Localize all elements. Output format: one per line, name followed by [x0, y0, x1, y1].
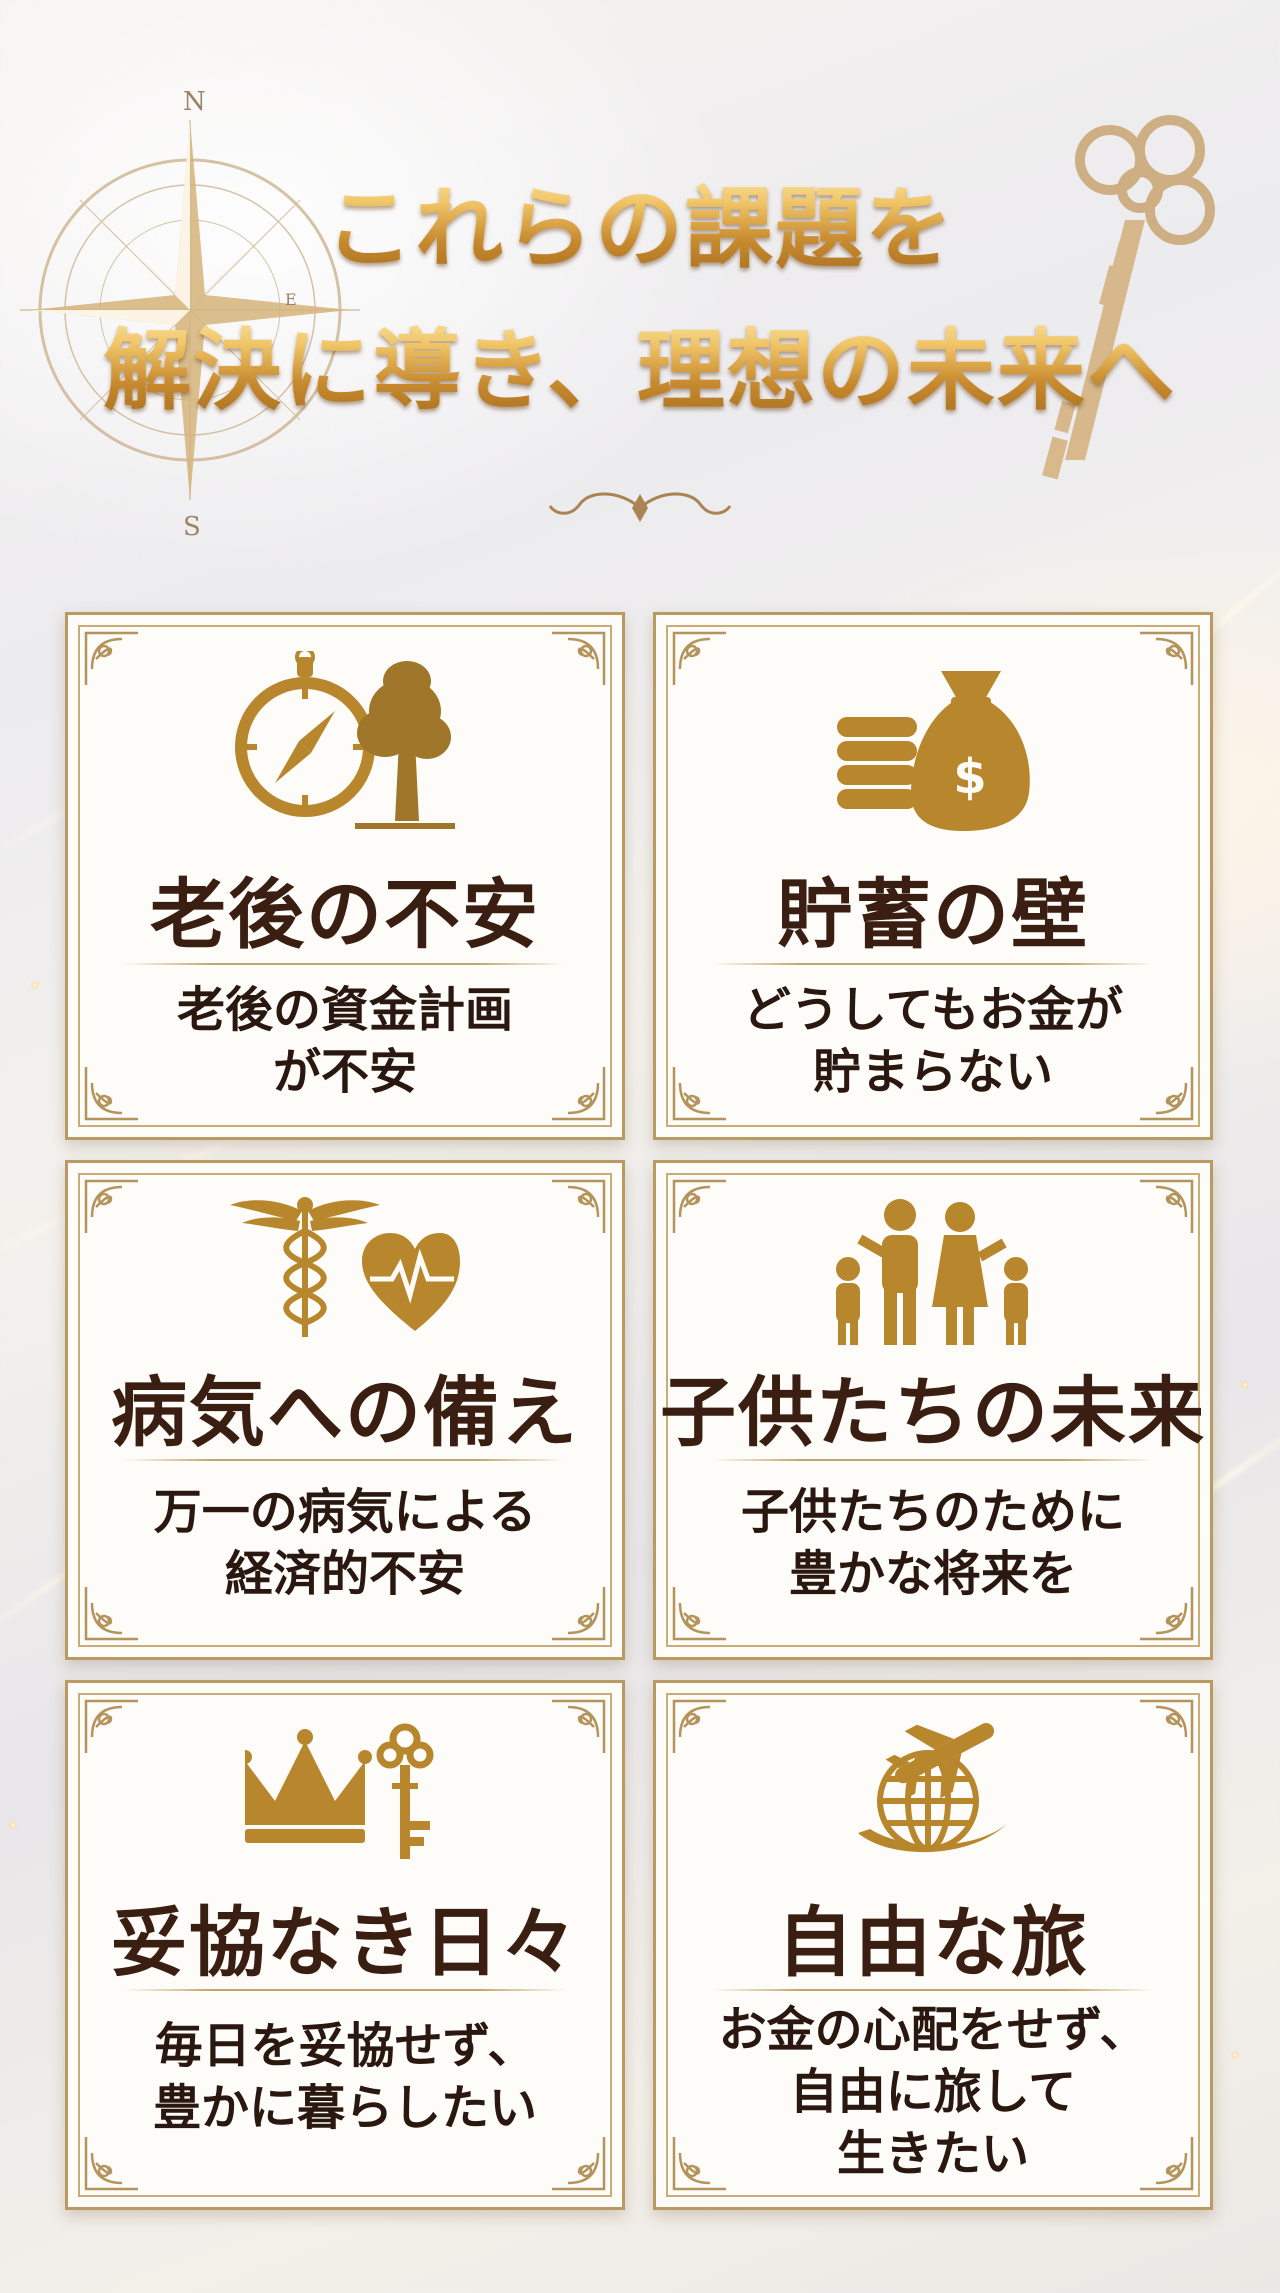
card-description: どうしてもお金が 貯まらない [742, 982, 1124, 1100]
corner-ornament [548, 2133, 608, 2193]
corner-ornament [548, 629, 608, 689]
card-divider [124, 1459, 566, 1461]
svg-text:$: $ [953, 749, 986, 805]
card-illness-preparation: 病気への備え 万一の病気による 経済的不安 [65, 1160, 625, 1660]
card-title: 妥協なき日々 [111, 1898, 579, 1987]
card-divider [712, 1459, 1154, 1461]
svg-text:N: N [183, 87, 206, 117]
card-title: 貯蓄の壁 [777, 870, 1089, 959]
money-bag-coins-icon: $ [837, 671, 1030, 831]
card-uncompromising-days: 妥協なき日々 毎日を妥協せず、 豊かに暮らしたい [65, 1680, 625, 2210]
corner-ornament [548, 1177, 608, 1237]
corner-ornament [670, 1697, 730, 1757]
card-description: 万一の病気による 経済的不安 [153, 1484, 537, 1602]
card-retirement-anxiety: 老後の不安 老後の資金計画 が不安 [65, 612, 625, 1140]
page-title-line-2: 解決に導き、理想の未来へ [0, 300, 1280, 427]
header: N S E これらの課題を 解決に導き、理想の未来へ [0, 0, 1280, 560]
corner-ornament [670, 1177, 730, 1237]
card-description: 子供たちのために 豊かな将来を [740, 1484, 1125, 1602]
card-description: 老後の資金計画 が不安 [176, 982, 513, 1100]
card-title: 老後の不安 [150, 870, 540, 959]
card-childrens-future: 子供たちの未来 子供たちのために 豊かな将来を [653, 1160, 1213, 1660]
card-divider [712, 1989, 1154, 1991]
card-savings-wall: $ 貯蓄の壁 どうしてもお金が 貯まらない [653, 612, 1213, 1140]
corner-ornament [82, 629, 142, 689]
card-description: お金の心配をせず、 自由に旅して 生きたい [718, 2002, 1148, 2182]
corner-ornament [1136, 1697, 1196, 1757]
card-divider [124, 1989, 566, 1991]
card-free-travel: 自由な旅 お金の心配をせず、 自由に旅して 生きたい [653, 1680, 1213, 2210]
caduceus-heart-icon [230, 1197, 460, 1337]
family-icon [836, 1199, 1028, 1345]
corner-ornament [82, 2133, 142, 2193]
card-divider [712, 963, 1154, 965]
sparkle [1240, 1380, 1250, 1390]
corner-ornament [1136, 1177, 1196, 1237]
ornamental-divider [220, 492, 1060, 522]
globe-airplane-icon [858, 1723, 1008, 1853]
corner-ornament [548, 1697, 608, 1757]
card-description: 毎日を妥協せず、 豊かに暮らしたい [152, 2018, 537, 2136]
sparkle [8, 1820, 18, 1830]
card-title: 病気への備え [111, 1368, 579, 1457]
compass-tree-icon [235, 651, 455, 829]
corner-ornament [82, 1177, 142, 1237]
page-title-line-1: これらの課題を [0, 158, 1280, 285]
card-title: 子供たちの未来 [660, 1368, 1206, 1457]
sparkle [1230, 2050, 1240, 2060]
card-divider [124, 963, 566, 965]
corner-ornament [670, 629, 730, 689]
card-title: 自由な旅 [777, 1898, 1089, 1987]
corner-ornament [82, 1697, 142, 1757]
svg-text:S: S [183, 512, 201, 540]
crown-key-icon [245, 1723, 434, 1859]
sparkle [30, 980, 40, 990]
corner-ornament [1136, 629, 1196, 689]
